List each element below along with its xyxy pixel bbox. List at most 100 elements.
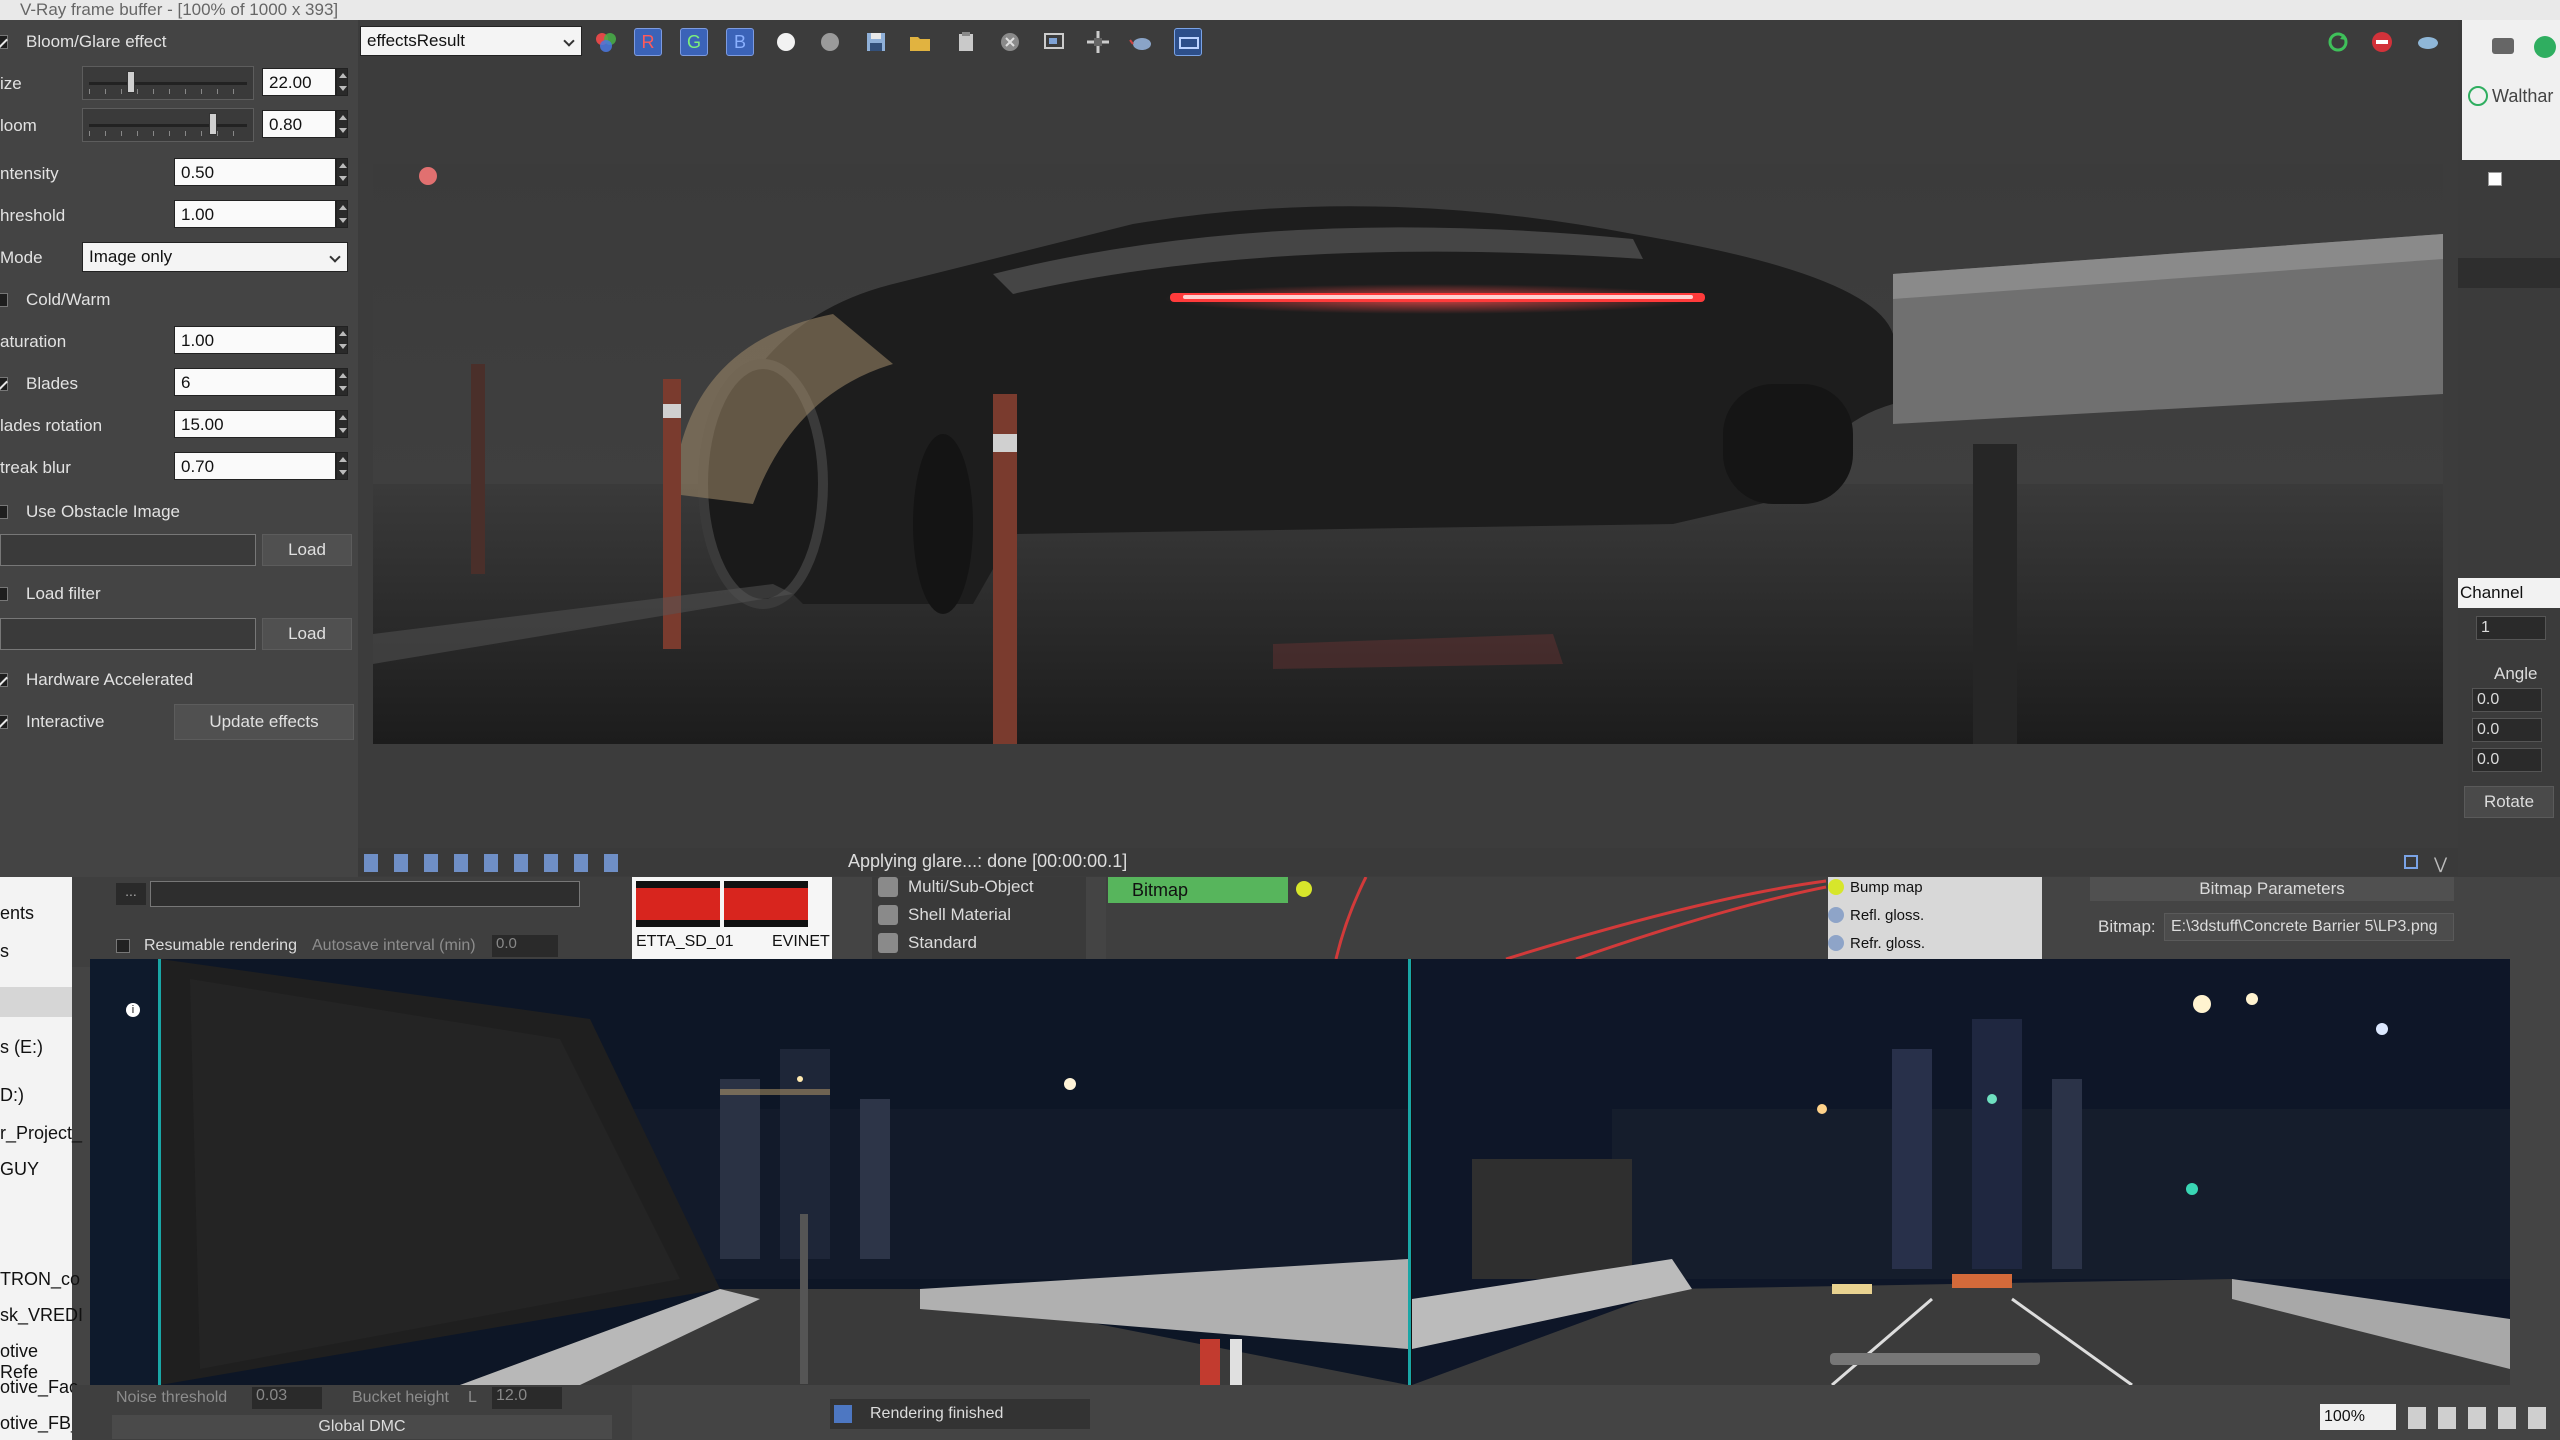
horizontal-scrollbar[interactable]	[1830, 1353, 2040, 1365]
explorer-item[interactable]: s	[0, 941, 9, 962]
blades-spinner[interactable]	[336, 368, 348, 396]
size-slider[interactable]	[82, 66, 254, 100]
slot-socket[interactable]	[1828, 935, 1844, 951]
material-multisub[interactable]: Multi/Sub-Object	[908, 877, 1034, 897]
size-spinner[interactable]	[336, 68, 348, 96]
slot-socket[interactable]	[1828, 907, 1844, 923]
hardware-checkbox[interactable]	[0, 673, 8, 687]
bitmap-path-button[interactable]: E:\3dstuff\Concrete Barrier 5\LP3.png	[2164, 913, 2454, 941]
info-icon[interactable]: i	[126, 1003, 140, 1017]
explorer-item[interactable]: GUY	[0, 1159, 39, 1180]
explorer-item[interactable]: otive_FB_	[0, 1413, 81, 1434]
intensity-field[interactable]: 0.50	[174, 158, 336, 186]
region-icon[interactable]	[1040, 28, 1068, 56]
bloom-spinner[interactable]	[336, 110, 348, 138]
angle-field-3[interactable]: 0.0	[2472, 748, 2542, 772]
streak-blur-field[interactable]: 0.70	[174, 452, 336, 480]
green-channel-button[interactable]: G	[680, 28, 708, 56]
explorer-item[interactable]: otive_Fac	[0, 1377, 78, 1398]
bitmap-params-title[interactable]: Bitmap Parameters	[2090, 877, 2454, 901]
angle-field-2[interactable]: 0.0	[2472, 718, 2542, 742]
global-dmc-rollout[interactable]: Global DMC	[112, 1415, 612, 1439]
render-teapot-icon[interactable]	[1128, 28, 1156, 56]
filter-path-field[interactable]	[0, 618, 256, 650]
explorer-item[interactable]: r_Project_	[0, 1123, 82, 1144]
load-obstacle-button[interactable]: Load	[262, 534, 352, 566]
explorer-item[interactable]: D:)	[0, 1085, 24, 1106]
explorer-item[interactable]: ents	[0, 903, 34, 924]
camera-icon[interactable]	[2492, 38, 2514, 54]
stop-icon[interactable]	[2368, 28, 2396, 56]
save-icon[interactable]	[862, 28, 890, 56]
slot-socket[interactable]	[1828, 879, 1844, 895]
bloom-field[interactable]: 0.80	[262, 110, 336, 138]
thumbnail-1[interactable]	[636, 881, 720, 927]
material-shell[interactable]: Shell Material	[908, 905, 1011, 925]
open-folder-icon[interactable]	[906, 28, 934, 56]
size-slider-thumb[interactable]	[126, 71, 135, 93]
grammarly-icon[interactable]	[2534, 36, 2556, 58]
panel-checkbox[interactable]	[2488, 172, 2502, 186]
bloom-slider-thumb[interactable]	[209, 113, 217, 135]
zoom-dropdown[interactable]: 100%	[2320, 1404, 2396, 1430]
expand-icon[interactable]	[2404, 855, 2418, 869]
red-channel-button[interactable]: R	[634, 28, 662, 56]
color-channels-icon[interactable]	[592, 28, 620, 56]
grey-circle-icon[interactable]	[816, 28, 844, 56]
channel-dropdown-right[interactable]: Channel	[2458, 578, 2560, 608]
obstacle-checkbox[interactable]	[0, 505, 8, 519]
output-path-field[interactable]	[150, 881, 580, 907]
blades-rotation-field[interactable]: 15.00	[174, 410, 336, 438]
load-filter-button[interactable]: Load	[262, 618, 352, 650]
clipboard-icon[interactable]	[952, 28, 980, 56]
update-effects-button[interactable]: Update effects	[174, 704, 354, 740]
angle-field-1[interactable]: 0.0	[2472, 688, 2542, 712]
track-mouse-icon[interactable]	[1084, 28, 1112, 56]
slot-bump[interactable]: Bump map	[1850, 879, 1923, 896]
channel-dropdown[interactable]: effectsResult	[360, 26, 582, 56]
threshold-field[interactable]: 1.00	[174, 200, 336, 228]
panel-field[interactable]	[2458, 258, 2560, 288]
blue-channel-button[interactable]: B	[726, 28, 754, 56]
interactive-checkbox[interactable]	[0, 715, 8, 729]
bucket-height-field[interactable]: 12.0	[492, 1387, 562, 1409]
noise-threshold-field[interactable]: 0.03	[252, 1387, 322, 1409]
explorer-item[interactable]: TRON_co	[0, 1269, 80, 1290]
more-button[interactable]: ...	[116, 883, 146, 905]
white-circle-icon[interactable]	[772, 28, 800, 56]
refresh-icon[interactable]	[2324, 28, 2352, 56]
slot-refr-gloss[interactable]: Refr. gloss.	[1850, 935, 1925, 952]
blades-checkbox[interactable]	[0, 377, 8, 391]
saturation-field[interactable]: 1.00	[174, 326, 336, 354]
streak-blur-spinner[interactable]	[336, 452, 348, 480]
explorer-selected[interactable]	[0, 987, 72, 1017]
render-icon[interactable]	[2414, 28, 2442, 56]
video-divider-left[interactable]	[158, 959, 161, 1385]
lens-effects-icon[interactable]	[1174, 28, 1202, 56]
rotate-button[interactable]: Rotate	[2464, 786, 2554, 818]
material-standard[interactable]: Standard	[908, 933, 977, 953]
thumbnail-2[interactable]	[724, 881, 808, 927]
collapse-chevron-icon[interactable]: ⋁	[2434, 854, 2447, 874]
video-divider[interactable]	[1408, 959, 1411, 1385]
load-filter-checkbox[interactable]	[0, 587, 8, 601]
coldwarm-checkbox[interactable]	[0, 293, 8, 307]
explorer-item[interactable]: sk_VREDI	[0, 1305, 83, 1326]
status-tool-icons[interactable]	[364, 854, 624, 872]
explorer-item[interactable]: s (E:)	[0, 1037, 43, 1058]
intensity-spinner[interactable]	[336, 158, 348, 186]
channel-number-field[interactable]: 1	[2476, 616, 2546, 640]
resumable-checkbox[interactable]	[116, 939, 130, 953]
saturation-spinner[interactable]	[336, 326, 348, 354]
obstacle-path-field[interactable]	[0, 534, 256, 566]
threshold-spinner[interactable]	[336, 200, 348, 228]
clear-icon[interactable]	[996, 28, 1024, 56]
size-field[interactable]: 22.00	[262, 68, 336, 96]
blades-rotation-spinner[interactable]	[336, 410, 348, 438]
autosave-field[interactable]: 0.0	[492, 935, 558, 957]
bloom-glare-checkbox[interactable]	[0, 35, 8, 49]
bloom-slider[interactable]	[82, 108, 254, 142]
blades-field[interactable]: 6	[174, 368, 336, 396]
mode-dropdown[interactable]: Image only	[82, 242, 348, 272]
slot-refl-gloss[interactable]: Refl. gloss.	[1850, 907, 1924, 924]
